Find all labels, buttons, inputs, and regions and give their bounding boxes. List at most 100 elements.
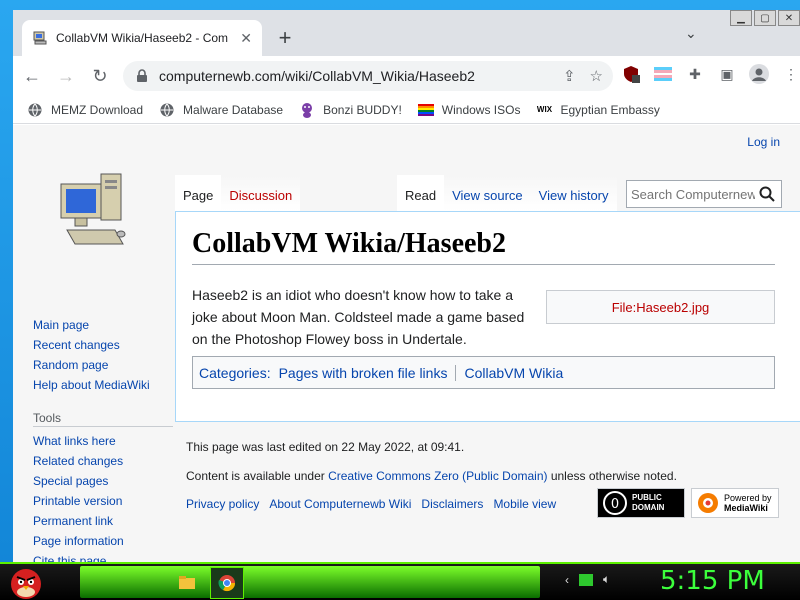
back-icon[interactable]: ← xyxy=(17,61,47,91)
sidebar-item-help[interactable]: Help about MediaWiki xyxy=(33,375,173,395)
sidebar-item-random-page[interactable]: Random page xyxy=(33,355,173,375)
taskbar-clock[interactable]: 5:15 PM xyxy=(660,566,765,596)
reload-icon[interactable]: ↻ xyxy=(85,61,115,91)
rainbow-flag-icon xyxy=(417,102,434,118)
categories-label-link[interactable]: Categories xyxy=(199,365,267,381)
sidebar-item-recent-changes[interactable]: Recent changes xyxy=(33,335,173,355)
browser-window: CollabVM Wikia/Haseeb2 - Comp ✕ + ⌄ ▁ ▢ … xyxy=(13,10,800,562)
footer-license-suffix: unless otherwise noted. xyxy=(547,469,677,483)
browser-tab[interactable]: CollabVM Wikia/Haseeb2 - Comp ✕ xyxy=(22,20,262,56)
view-tabs: Read View source View history xyxy=(397,175,617,211)
bookmark-label: Windows ISOs xyxy=(441,102,521,117)
public-domain-badge[interactable]: 0 PUBLIC DOMAIN xyxy=(597,488,685,518)
bookmark-windows-isos[interactable]: Windows ISOs xyxy=(417,102,521,118)
taskbar: ‹ 🔈︎ 5:15 PM xyxy=(0,562,800,600)
category-link-collabvm-wikia[interactable]: CollabVM Wikia xyxy=(464,365,563,381)
globe-icon xyxy=(159,102,175,118)
new-tab-button[interactable]: + xyxy=(271,24,299,52)
license-link[interactable]: Creative Commons Zero (Public Domain) xyxy=(328,469,547,483)
close-window-button[interactable]: ✕ xyxy=(778,10,800,26)
chrome-taskbar-icon[interactable] xyxy=(210,567,244,599)
address-bar[interactable]: computernewb.com/wiki/CollabVM_Wikia/Has… xyxy=(123,61,613,91)
mediawiki-badge[interactable]: Powered by MediaWiki xyxy=(691,488,779,518)
namespace-tabs: Page Discussion xyxy=(175,175,301,211)
taskbar-glow-bar xyxy=(80,566,540,598)
bookmark-malware-database[interactable]: Malware Database xyxy=(159,102,283,118)
bookmark-bonzi-buddy[interactable]: Bonzi BUDDY! xyxy=(299,102,402,118)
category-links: Categories: Pages with broken file links… xyxy=(192,356,775,389)
svg-text:0: 0 xyxy=(611,497,619,512)
trans-flag-extension-icon[interactable] xyxy=(650,61,676,87)
window-controls: ▁ ▢ ✕ xyxy=(728,10,800,26)
badge-mw-bottom: MediaWiki xyxy=(724,503,768,513)
forward-icon[interactable]: → xyxy=(51,61,81,91)
side-panel-icon[interactable]: ▣ xyxy=(714,61,740,87)
menu-kebab-icon[interactable]: ⋮ xyxy=(778,61,800,87)
sidebar-item-main-page[interactable]: Main page xyxy=(33,315,173,335)
content-area: CollabVM Wikia/Haseeb2 Haseeb2 is an idi… xyxy=(175,211,800,422)
bonzi-icon xyxy=(299,102,315,118)
close-tab-icon[interactable]: ✕ xyxy=(240,30,252,47)
footer-license-prefix: Content is available under xyxy=(186,469,329,483)
search-icon[interactable] xyxy=(755,182,779,206)
wiki-favicon-icon xyxy=(32,30,48,46)
sidebar-item-special-pages[interactable]: Special pages xyxy=(33,471,173,491)
sidebar: Main page Recent changes Random page Hel… xyxy=(33,315,173,562)
file-explorer-icon[interactable] xyxy=(170,567,204,599)
category-link-broken-file-links[interactable]: Pages with broken file links xyxy=(279,365,448,381)
sidebar-item-related-changes[interactable]: Related changes xyxy=(33,451,173,471)
tab-search-chevron-icon[interactable]: ⌄ xyxy=(685,25,697,42)
footer-last-edited: This page was last edited on 22 May 2022… xyxy=(186,440,465,454)
lock-icon[interactable] xyxy=(135,69,149,83)
footer-link-about[interactable]: About Computernewb Wiki xyxy=(269,497,411,511)
login-link[interactable]: Log in xyxy=(747,135,780,149)
category-separator xyxy=(455,364,457,381)
badge-pd-label: PUBLIC DOMAIN xyxy=(632,493,665,512)
globe-icon xyxy=(27,102,43,118)
maximize-button[interactable]: ▢ xyxy=(754,10,776,26)
footer-link-privacy-policy[interactable]: Privacy policy xyxy=(186,497,259,511)
sidebar-item-page-information[interactable]: Page information xyxy=(33,531,173,551)
volume-icon[interactable]: 🔈︎ xyxy=(603,572,610,587)
article-body: Haseeb2 is an idiot who doesn't know how… xyxy=(192,287,525,347)
share-icon[interactable]: ⇪ xyxy=(563,67,576,85)
footer-link-disclaimers[interactable]: Disclaimers xyxy=(421,497,483,511)
bookmark-label: MEMZ Download xyxy=(51,102,144,117)
sidebar-item-what-links-here[interactable]: What links here xyxy=(33,431,173,451)
wiki-search xyxy=(626,180,782,208)
broken-file-link[interactable]: File:Haseeb2.jpg xyxy=(546,290,775,324)
puzzle-extensions-icon[interactable]: ✚ xyxy=(682,61,708,87)
tools-heading: Tools xyxy=(33,409,173,427)
minimize-button[interactable]: ▁ xyxy=(730,10,752,26)
profile-avatar-icon[interactable] xyxy=(746,61,772,87)
tab-strip: CollabVM Wikia/Haseeb2 - Comp ✕ + ⌄ ▁ ▢ … xyxy=(13,10,800,56)
bookmark-memz[interactable]: MEMZ Download xyxy=(27,102,143,118)
mediawiki-flower-icon xyxy=(698,493,718,513)
bookmark-label: Egyptian Embassy xyxy=(560,102,660,117)
tab-view-source[interactable]: View source xyxy=(444,175,531,211)
start-button-angry-bird-icon[interactable] xyxy=(6,562,46,600)
extensions-area: ✚ ▣ ⋮ xyxy=(618,61,800,87)
tray-chevron-icon[interactable]: ‹ xyxy=(565,573,569,587)
tab-page[interactable]: Page xyxy=(175,175,222,211)
bookmark-label: Bonzi BUDDY! xyxy=(323,102,402,117)
system-tray: ‹ 🔈︎ xyxy=(565,572,610,587)
wiki-page: Log in Main page Recent changes Random p… xyxy=(13,125,800,562)
bookmark-label: Malware Database xyxy=(183,102,284,117)
ublock-extension-icon[interactable] xyxy=(618,61,644,87)
tab-view-history[interactable]: View history xyxy=(530,175,617,211)
sidebar-item-cite-this-page[interactable]: Cite this page xyxy=(33,551,173,562)
bookmarks-bar: MEMZ Download Malware Database Bonzi BUD… xyxy=(13,96,800,124)
footer-link-mobile-view[interactable]: Mobile view xyxy=(493,497,556,511)
sidebar-item-printable-version[interactable]: Printable version xyxy=(33,491,173,511)
tab-read[interactable]: Read xyxy=(397,175,445,211)
search-input[interactable] xyxy=(631,186,755,202)
network-icon[interactable] xyxy=(579,573,593,586)
page-title: CollabVM Wikia/Haseeb2 xyxy=(192,228,775,265)
bookmark-star-icon[interactable]: ☆ xyxy=(590,67,603,85)
wiki-logo-icon[interactable] xyxy=(57,168,131,252)
bookmark-egyptian-embassy[interactable]: WIX Egyptian Embassy xyxy=(536,102,660,118)
sidebar-item-permanent-link[interactable]: Permanent link xyxy=(33,511,173,531)
tab-discussion[interactable]: Discussion xyxy=(221,175,301,211)
browser-toolbar: ← → ↻ computernewb.com/wiki/CollabVM_Wik… xyxy=(13,56,800,96)
